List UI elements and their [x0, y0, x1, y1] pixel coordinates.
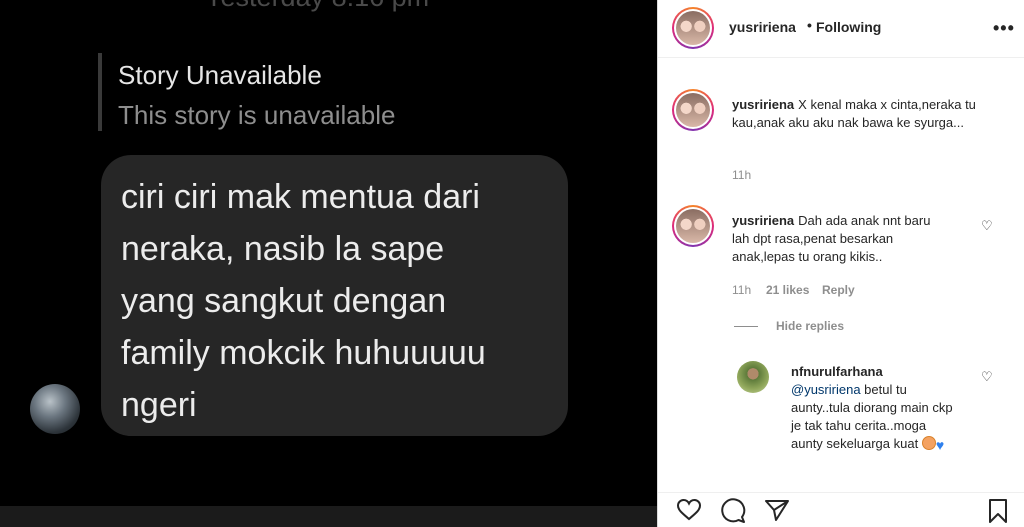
comment-time[interactable]: 11h: [732, 283, 751, 297]
comment-likes[interactable]: 21 likes: [766, 283, 809, 297]
comment-body: yusririena X kenal maka x cinta,neraka tu…: [732, 96, 1002, 132]
post-header: yusririena • Following •••: [658, 0, 1024, 58]
message-timestamp: Yesterday 8:16 pm: [205, 0, 429, 13]
like-reply-heart-icon[interactable]: ♡: [981, 369, 993, 385]
bookmark-icon[interactable]: [987, 498, 1009, 524]
reply-username[interactable]: nfnurulfarhana: [791, 364, 883, 379]
comment-username[interactable]: yusririena: [732, 213, 794, 228]
blue-heart-emoji-icon: ♥: [935, 437, 945, 453]
following-button[interactable]: Following: [816, 19, 881, 35]
comment-time[interactable]: 11h: [732, 168, 751, 182]
reply-body: nfnurulfarhana @yusririena betul tu aunt…: [791, 363, 961, 453]
message-input-bar[interactable]: [0, 506, 657, 527]
reply-avatar[interactable]: [737, 361, 769, 393]
comment-avatar[interactable]: [672, 89, 714, 131]
header-username[interactable]: yusririena: [729, 19, 796, 35]
comment-body: yusririena Dah ada anak nnt baru lah dpt …: [732, 212, 932, 266]
reply-button[interactable]: Reply: [822, 283, 855, 297]
story-reply-title[interactable]: Story Unavailable: [118, 60, 322, 91]
reply-mention-link[interactable]: @yusririena: [791, 382, 861, 397]
header-separator-dot: •: [807, 17, 812, 33]
hide-replies-divider: [734, 326, 758, 327]
header-avatar[interactable]: [672, 7, 714, 49]
sender-avatar[interactable]: [30, 384, 80, 434]
like-heart-icon[interactable]: [676, 498, 702, 522]
share-icon[interactable]: [764, 498, 790, 522]
instagram-post-panel: yusririena • Following ••• yusririena X k…: [657, 0, 1024, 527]
more-options-icon[interactable]: •••: [993, 18, 1015, 39]
blushing-face-emoji-icon: [921, 436, 936, 450]
message-text: ciri ciri mak mentua dari neraka, nasib …: [121, 178, 486, 424]
hide-replies-button[interactable]: Hide replies: [776, 319, 844, 333]
like-comment-heart-icon[interactable]: ♡: [981, 218, 993, 234]
post-action-bar: [658, 492, 1024, 527]
dm-conversation: Yesterday 8:16 pm Story Unavailable This…: [0, 0, 657, 527]
comment-avatar[interactable]: [672, 205, 714, 247]
story-reply-subtitle: This story is unavailable: [118, 100, 396, 130]
comment-icon[interactable]: [720, 498, 746, 524]
story-reply-bar: [98, 53, 102, 131]
comment-username[interactable]: yusririena: [732, 97, 794, 112]
